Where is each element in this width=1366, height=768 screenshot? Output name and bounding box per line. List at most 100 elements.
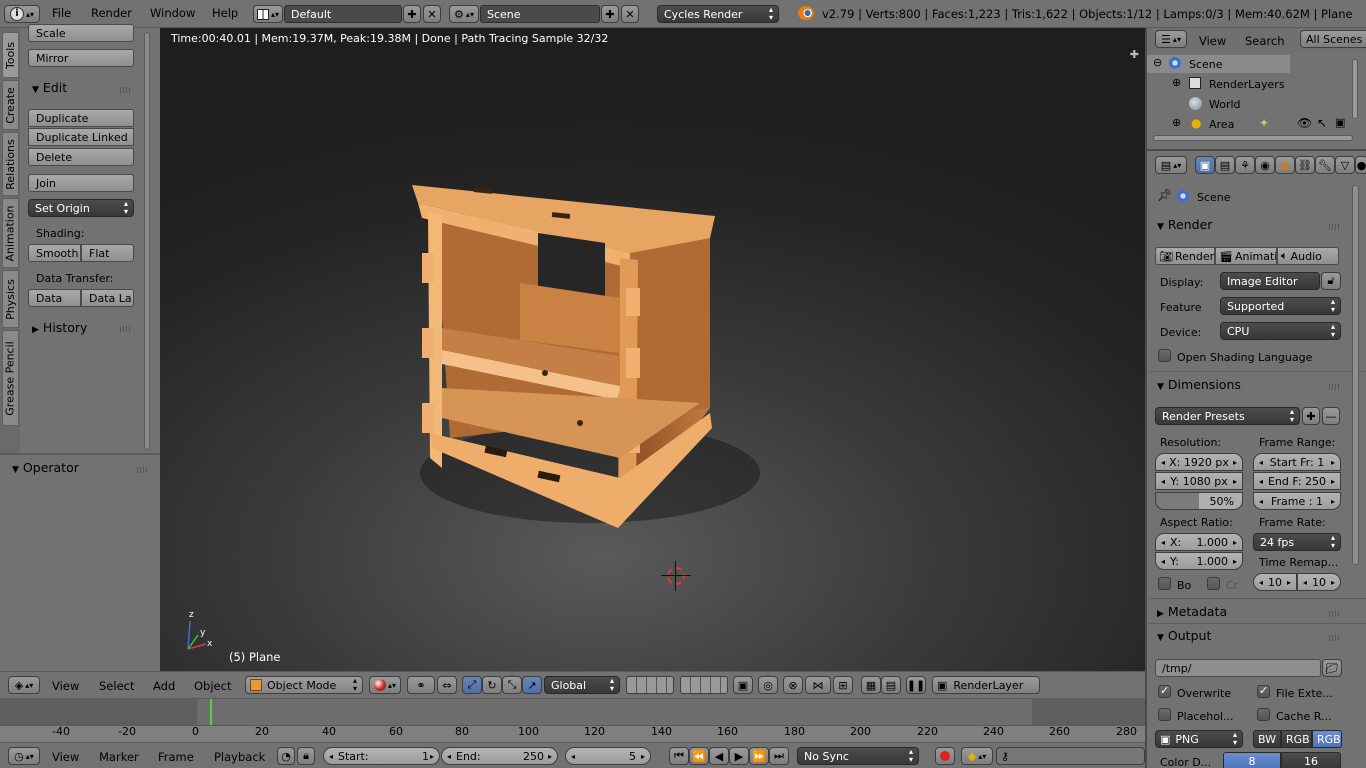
aspect-x-field[interactable]: ◂ X: 1.000 ▸ [1155,533,1243,551]
properties-tab-constraints[interactable]: ⛓ [1295,156,1315,174]
transform-orientation-dropdown[interactable]: Global ▴ ▾ [544,676,620,694]
next-keyframe-button[interactable]: ⏩ [749,747,769,765]
panel-grip-icon[interactable] [137,467,149,473]
color-mode-rgb-button[interactable]: RGB [1281,730,1312,748]
start-frame-field[interactable]: ◂ Start: 1 ▸ [323,747,440,765]
selectable-cursor-icon[interactable]: ↖ [1317,116,1327,130]
expand-icon[interactable]: ⊖ [1153,56,1162,69]
set-origin-dropdown[interactable]: Set Origin ▴ ▾ [28,199,134,217]
color-mode-bw-button[interactable]: BW [1253,730,1281,748]
sync-mode-dropdown[interactable]: No Sync ▴ ▾ [797,747,919,765]
scale-manipulator-button[interactable]: ⤡ [502,676,522,694]
current-frame-marker[interactable] [210,699,212,725]
color-mode-rgba-button[interactable]: RGB [1312,730,1342,748]
pin-icon[interactable]: 📌︎ [1157,188,1172,202]
properties-tab-render[interactable]: ▣ [1195,156,1215,174]
file-extensions-checkbox[interactable] [1257,684,1270,698]
crop-checkbox[interactable] [1207,577,1220,590]
outliner-item-scene[interactable]: Scene [1189,58,1223,71]
editor-type-timeline-button[interactable]: ◷ ▴▾ [8,747,40,765]
snap-element-button[interactable]: ⋈ [805,676,831,694]
osl-checkbox[interactable] [1158,349,1171,362]
flat-button[interactable]: Flat [81,244,134,262]
remove-scene-button[interactable]: ✕ [621,5,639,23]
viewport-shading-button[interactable]: ▴▾ [369,676,401,694]
menu-render[interactable]: Render [91,6,132,20]
remove-preset-button[interactable]: — [1322,407,1340,425]
border-checkbox[interactable] [1158,577,1171,590]
editor-type-properties-button[interactable]: ▤ ▴▾ [1155,156,1187,174]
lock-interface-button[interactable]: 🔓︎ [1321,272,1341,290]
menu-object[interactable]: Object [194,679,231,693]
operator-panel-header[interactable]: ▼ Operator [12,460,79,475]
outliner-horizontal-scrollbar[interactable] [1153,135,1353,141]
edit-panel-header[interactable]: ▼ Edit [32,80,67,95]
scale-button[interactable]: Scale [28,24,134,42]
render-audio-button[interactable]: 🔈︎ Audio [1277,247,1339,265]
properties-tab-object[interactable]: ◼ [1275,156,1295,174]
opengl-anim-button[interactable]: ▤ [881,676,901,694]
end-frame-field[interactable]: ◂ End: 250 ▸ [441,747,558,765]
jump-start-button[interactable]: ⏮ [669,747,689,765]
menu-window[interactable]: Window [150,6,195,20]
rotate-manipulator-button[interactable]: ↻ [482,676,502,694]
opengl-render-button[interactable]: ▦ [861,676,881,694]
add-scene-button[interactable]: ✚ [601,5,619,23]
time-remap-old-field[interactable]: ◂ 10 ▸ [1253,573,1297,591]
outliner-menu-search[interactable]: Search [1245,34,1285,48]
auto-keying-button[interactable] [935,747,955,765]
outliner-item-renderlayers[interactable]: RenderLayers [1209,78,1285,91]
device-dropdown[interactable]: CPU ▴ ▾ [1220,322,1341,340]
display-dropdown[interactable]: Image Editor [1220,272,1320,290]
metadata-panel-header[interactable]: ▶ Metadata [1157,604,1227,619]
history-panel-header[interactable]: ▶ History [32,320,87,335]
frame-rate-dropdown[interactable]: 24 fps ▴ ▾ [1253,533,1341,551]
duplicate-linked-button[interactable]: Duplicate Linked [28,128,134,146]
cache-result-checkbox[interactable] [1257,708,1270,721]
overwrite-checkbox[interactable] [1158,684,1171,698]
screen-layout-icon-button[interactable]: ▴▾ [253,5,283,23]
data-transfer-button[interactable]: Data [28,289,81,307]
end-frame-property[interactable]: ◂ End F: 250 ▸ [1253,472,1341,490]
proportional-edit-button[interactable]: ◎ [758,676,778,694]
panel-grip-icon[interactable] [120,326,132,332]
aspect-y-field[interactable]: ◂ Y: 1.000 ▸ [1155,552,1243,570]
manipulator-toggle-button[interactable]: ⇔ [437,676,457,694]
keying-set-button[interactable]: ◆ ▴▾ [961,747,993,765]
properties-tab-material[interactable]: ● [1355,156,1366,174]
play-reverse-button[interactable]: ◀ [709,747,729,765]
feature-set-dropdown[interactable]: Supported ▴ ▾ [1220,297,1341,315]
output-panel-header[interactable]: ▼ Output [1157,628,1211,643]
3d-viewport[interactable]: Time:00:40.01 | Mem:19.37M, Peak:19.38M … [160,28,1145,671]
properties-tab-render-layers[interactable]: ▤ [1215,156,1235,174]
start-frame-property[interactable]: ◂ Start Fr: 1 ▸ [1253,453,1341,471]
current-frame-field[interactable]: ◂ 5 ▸ [565,747,651,765]
panel-grip-icon[interactable] [1329,635,1341,641]
layer-buttons-group-2[interactable] [680,676,728,694]
tool-shelf-scrollbar[interactable] [144,32,150,450]
lock-layers-button[interactable]: ▣ [733,676,753,694]
data-layout-button[interactable]: Data La [81,289,134,307]
renderable-camera-icon[interactable]: ▣ [1335,116,1345,129]
play-button[interactable]: ▶ [729,747,749,765]
render-animation-button[interactable]: 🎬︎ Animati [1215,247,1277,265]
outliner-item-world[interactable]: World [1209,98,1241,111]
layer-buttons-group-1[interactable] [626,676,674,694]
menu-marker[interactable]: Marker [99,750,139,764]
expand-icon[interactable]: ⊕ [1172,116,1181,129]
menu-frame[interactable]: Frame [158,750,194,764]
properties-tab-modifiers[interactable]: 🔧︎ [1315,156,1335,174]
timeline-scrubber-bar[interactable] [0,725,1145,743]
tab-relations[interactable]: Relations [2,132,19,196]
menu-playback[interactable]: Playback [214,750,265,764]
add-preset-button[interactable]: ✚ [1302,407,1320,425]
tab-create[interactable]: Create [2,80,19,130]
3d-cursor[interactable] [661,561,691,591]
snap-target-button[interactable]: ⊞ [833,676,853,694]
editor-type-info-button[interactable]: i ▴▾ [4,5,40,23]
menu-help[interactable]: Help [212,6,238,20]
tab-tools[interactable]: Tools [2,32,19,78]
panel-grip-icon[interactable] [1329,224,1341,230]
color-depth-8-button[interactable]: 8 [1223,752,1281,768]
outliner-display-mode-dropdown[interactable]: All Scenes [1300,30,1366,48]
